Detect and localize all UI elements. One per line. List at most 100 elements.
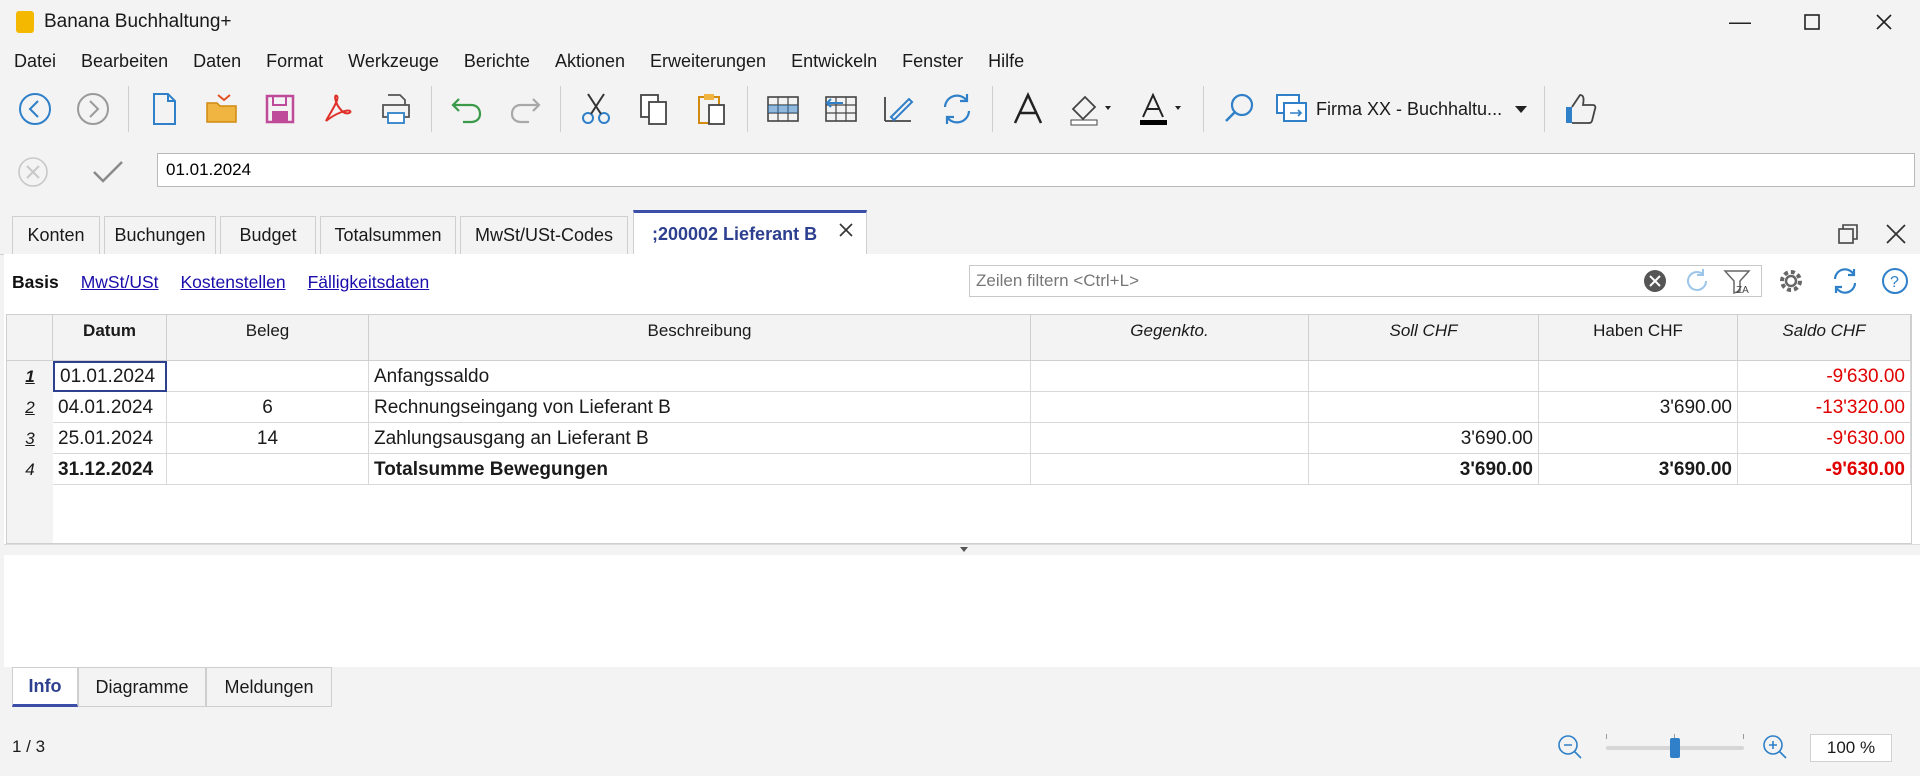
cell-haben[interactable]: 3'690.00 [1539,454,1738,485]
menu-hilfe[interactable]: Hilfe [976,51,1037,72]
thumbs-up-icon[interactable] [1555,84,1605,134]
cell-beschreibung[interactable]: Rechnungseingang von Lieferant B [369,392,1031,423]
open-folder-icon[interactable] [197,84,247,134]
cut-icon[interactable] [571,84,621,134]
cell-soll[interactable] [1309,392,1539,423]
column-header-haben[interactable]: Haben CHF [1539,315,1738,361]
cell-gegenkto[interactable] [1031,392,1309,423]
cell-haben[interactable] [1539,361,1738,392]
menu-bearbeiten[interactable]: Bearbeiten [69,51,181,72]
row-number[interactable]: 1 [7,361,53,392]
tab-meldungen[interactable]: Meldungen [206,667,332,707]
row-number[interactable]: 3 [7,423,53,454]
forward-icon[interactable] [68,84,118,134]
cancel-edit-icon[interactable] [16,155,50,194]
undo-icon[interactable] [442,84,492,134]
font-icon[interactable] [1003,84,1053,134]
cell-beschreibung[interactable]: Zahlungsausgang an Lieferant B [369,423,1031,454]
cell-soll[interactable]: 3'690.00 [1309,454,1539,485]
save-icon[interactable] [255,84,305,134]
menu-berichte[interactable]: Berichte [451,51,542,72]
print-icon[interactable] [371,84,421,134]
restore-window-icon[interactable] [1836,222,1860,251]
clear-filter-icon[interactable] [1643,269,1667,298]
tab-diagramme[interactable]: Diagramme [78,667,206,707]
tab-buchungen[interactable]: Buchungen [104,216,216,254]
new-file-icon[interactable] [139,84,189,134]
refresh-icon[interactable] [1830,266,1860,301]
back-icon[interactable] [10,84,60,134]
cell-gegenkto[interactable] [1031,454,1309,485]
column-header-beleg[interactable]: Beleg [167,315,369,361]
cell-haben[interactable] [1539,423,1738,454]
file-selector[interactable]: Firma XX - Buchhaltu... [1274,84,1532,134]
tab-info[interactable]: Info [12,667,78,707]
menu-werkzeuge[interactable]: Werkzeuge [336,51,452,72]
zoom-slider-thumb[interactable] [1670,738,1680,758]
zoom-level-field[interactable]: 100 % [1810,734,1892,762]
close-table-icon[interactable] [1884,222,1908,251]
cell-beleg[interactable] [167,454,369,485]
maximize-button[interactable] [1776,0,1848,44]
menu-entwickeln[interactable]: Entwickeln [779,51,890,72]
menu-aktionen[interactable]: Aktionen [542,51,637,72]
menu-erweiterungen[interactable]: Erweiterungen [638,51,779,72]
cell-beschreibung[interactable]: Totalsumme Bewegungen [369,454,1031,485]
cell-saldo[interactable]: -9'630.00 [1738,423,1911,454]
redo-icon[interactable] [500,84,550,134]
view-kostenstellen[interactable]: Kostenstellen [181,272,286,293]
tab-konten[interactable]: Konten [12,216,100,254]
confirm-edit-icon[interactable] [90,154,126,195]
paste-icon[interactable] [687,84,737,134]
cell-saldo[interactable]: -9'630.00 [1738,361,1911,392]
cell-beleg[interactable]: 6 [167,392,369,423]
column-header-beschreibung[interactable]: Beschreibung [369,315,1031,361]
view-basis[interactable]: Basis [12,272,59,293]
cell-haben[interactable]: 3'690.00 [1539,392,1738,423]
view-mwst[interactable]: MwSt/USt [81,272,159,293]
row-number[interactable]: 4 [7,454,53,485]
text-color-icon[interactable] [1131,84,1193,134]
edit-entry-icon[interactable] [874,84,924,134]
cell-saldo[interactable]: -9'630.00 [1738,454,1911,485]
settings-icon[interactable] [1776,266,1806,301]
tab-mwst-codes[interactable]: MwSt/USt-Codes [460,216,628,254]
column-header-datum[interactable]: Datum [53,315,167,361]
cell-datum[interactable]: 31.12.2024 [53,454,167,485]
tab-totalsummen[interactable]: Totalsummen [320,216,456,254]
zoom-out-icon[interactable] [1556,733,1584,766]
close-window-button[interactable] [1848,0,1920,44]
add-rows-icon[interactable] [758,84,808,134]
row-number[interactable]: 2 [7,392,53,423]
fill-color-icon[interactable] [1061,84,1123,134]
zoom-in-icon[interactable] [1761,733,1789,766]
cell-datum[interactable]: 01.01.2024 [53,361,167,392]
tab-budget[interactable]: Budget [220,216,316,254]
search-icon[interactable] [1214,84,1264,134]
cell-soll[interactable]: 3'690.00 [1309,423,1539,454]
column-header-soll[interactable]: Soll CHF [1309,315,1539,361]
cell-datum[interactable]: 25.01.2024 [53,423,167,454]
pdf-icon[interactable] [313,84,363,134]
splitter-handle[interactable] [4,544,1920,555]
cell-beschreibung[interactable]: Anfangssaldo [369,361,1031,392]
help-icon[interactable]: ? [1880,266,1910,301]
copy-icon[interactable] [629,84,679,134]
cell-datum[interactable]: 04.01.2024 [53,392,167,423]
tab-lieferant-b[interactable]: ;200002 Lieferant B [633,210,867,255]
cell-beleg[interactable]: 14 [167,423,369,454]
zoom-slider[interactable] [1606,734,1744,762]
cell-gegenkto[interactable] [1031,361,1309,392]
column-header-gegenkto[interactable]: Gegenkto. [1031,315,1309,361]
refresh-filter-icon[interactable] [1684,268,1710,299]
cell-saldo[interactable]: -13'320.00 [1738,392,1911,423]
sort-filter-icon[interactable]: ZA [1722,266,1752,301]
menu-datei[interactable]: Datei [0,51,69,72]
recalculate-icon[interactable] [932,84,982,134]
cell-beleg[interactable] [167,361,369,392]
menu-format[interactable]: Format [254,51,336,72]
minimize-button[interactable]: — [1704,0,1776,44]
view-faelligkeitsdaten[interactable]: Fälligkeitsdaten [308,272,430,293]
insert-column-icon[interactable] [816,84,866,134]
column-header-saldo[interactable]: Saldo CHF [1738,315,1911,361]
